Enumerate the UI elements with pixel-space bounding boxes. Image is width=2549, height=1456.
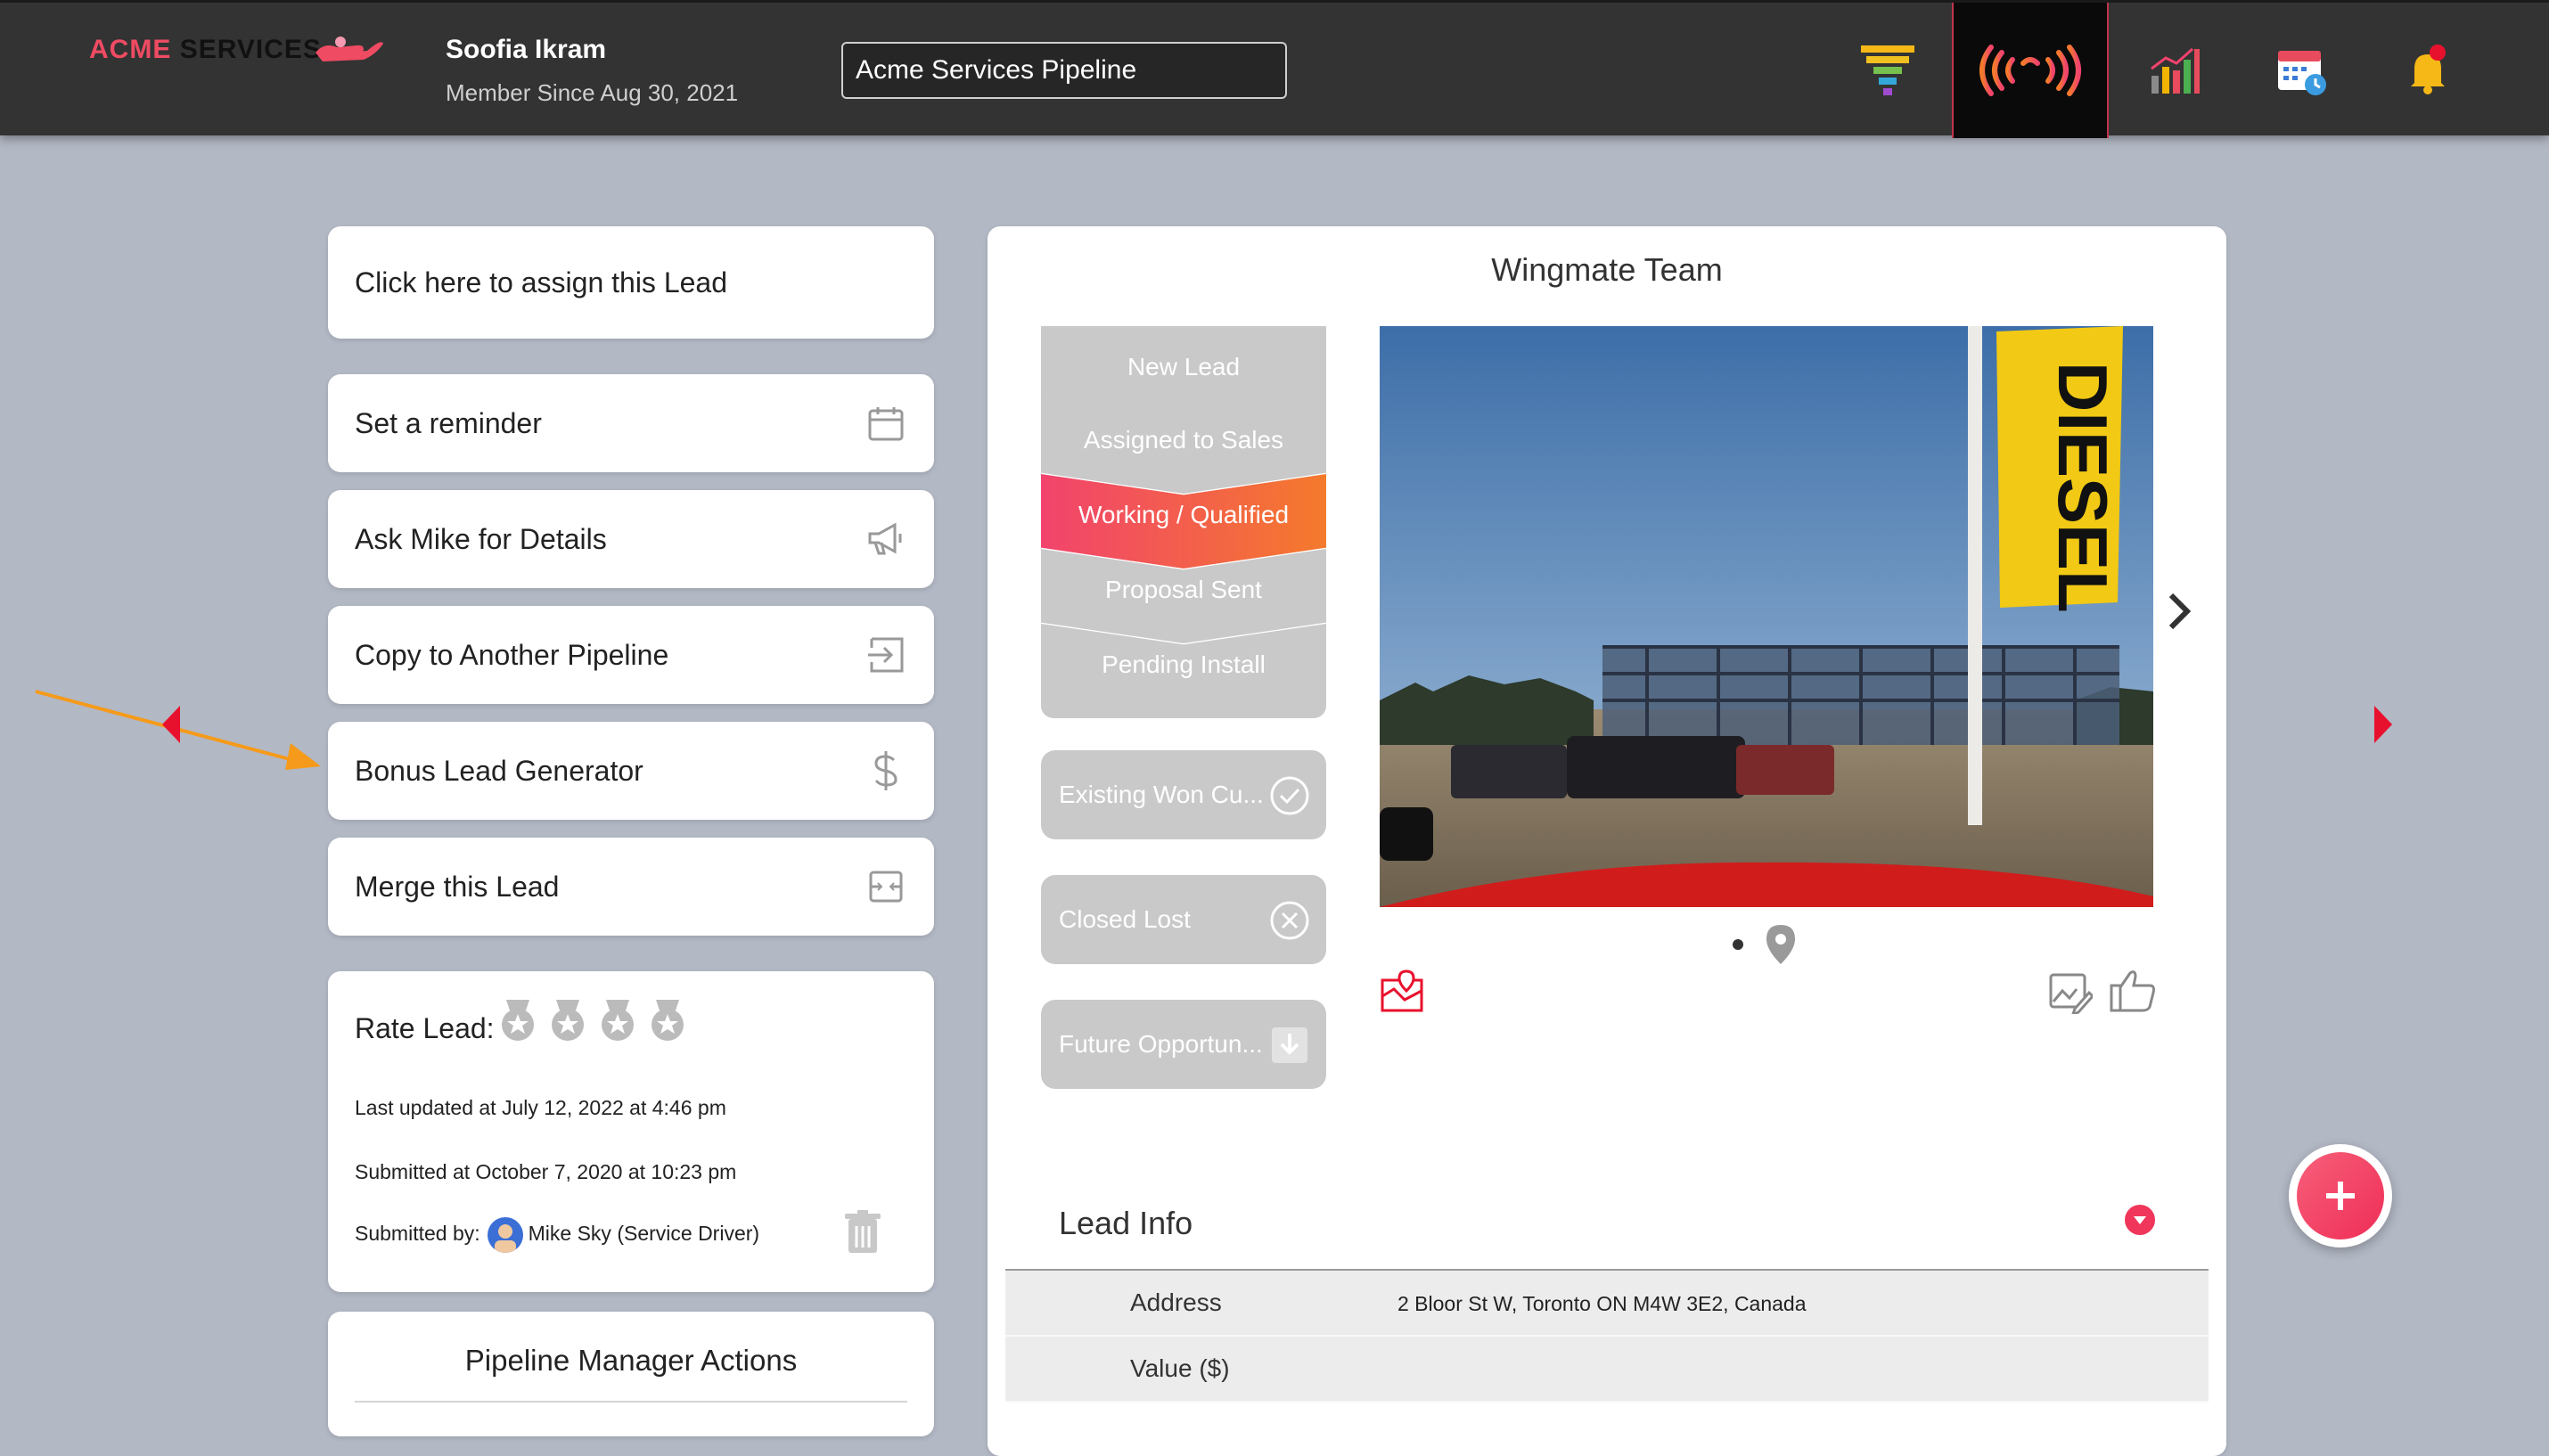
thumbs-up-icon[interactable]	[2109, 966, 2157, 1014]
closed-lost-button[interactable]: Closed Lost	[1041, 875, 1326, 964]
diesel-sign: DIESEL	[2044, 362, 2122, 613]
submitted-by: Submitted by: Mike Sky (Service Driver)	[355, 1217, 759, 1253]
merge-lead-label: Merge this Lead	[355, 870, 560, 903]
bar-chart-icon	[2151, 47, 2200, 94]
lead-info-toggle[interactable]	[2125, 1205, 2155, 1235]
last-updated: Last updated at July 12, 2022 at 4:46 pm	[355, 1096, 726, 1119]
merge-lead-button[interactable]: Merge this Lead	[328, 838, 934, 936]
calendar-small-icon	[866, 404, 906, 443]
submitted-at: Submitted at October 7, 2020 at 10:23 pm	[355, 1160, 737, 1183]
value-label: Value ($)	[1130, 1354, 1230, 1382]
chevron-right-icon[interactable]	[2168, 592, 2191, 631]
pipeline-selector[interactable]: Acme Services Pipeline	[841, 42, 1287, 99]
pipeline-manager-card: Pipeline Manager Actions	[328, 1312, 934, 1436]
broadcast-nav-button[interactable]	[1952, 3, 2109, 138]
member-since: Member Since Aug 30, 2021	[446, 79, 739, 106]
carousel-prev-icon[interactable]	[160, 704, 182, 745]
hand-logo-icon	[316, 37, 383, 61]
table-row: Value ($)	[1005, 1337, 2209, 1403]
broadcast-icon	[1979, 45, 2081, 96]
star-medal-icon[interactable]	[549, 998, 586, 1043]
add-button[interactable]	[2289, 1144, 2392, 1247]
dollar-icon	[866, 751, 906, 790]
archive-download-icon	[1272, 1027, 1307, 1063]
funnel-nav-button[interactable]	[1809, 3, 1966, 138]
user-name: Soofia Ikram	[446, 35, 607, 64]
copy-pipeline-button[interactable]: Copy to Another Pipeline	[328, 606, 934, 704]
table-row: Address 2 Bloor St W, Toronto ON M4W 3E2…	[1005, 1271, 2209, 1337]
app-logo[interactable]: ACME SERVICES	[89, 35, 322, 65]
merge-icon	[866, 867, 906, 906]
address-value[interactable]: 2 Bloor St W, Toronto ON M4W 3E2, Canada	[1397, 1292, 1807, 1316]
set-reminder-button[interactable]: Set a reminder	[328, 374, 934, 472]
lead-info-title: Lead Info	[1059, 1205, 1193, 1241]
ask-mike-button[interactable]: Ask Mike for Details	[328, 490, 934, 588]
divider	[355, 1401, 907, 1403]
team-title: Wingmate Team	[1491, 251, 1723, 288]
notifications-nav-button[interactable]	[2349, 3, 2506, 138]
funnel-icon	[1861, 45, 1914, 95]
rate-lead-label: Rate Lead:	[355, 1012, 495, 1044]
future-opportunity-button[interactable]: Future Opportun...	[1041, 1000, 1326, 1089]
ask-mike-label: Ask Mike for Details	[355, 522, 607, 555]
copy-pipeline-label: Copy to Another Pipeline	[355, 638, 669, 671]
trash-icon[interactable]	[843, 1210, 882, 1255]
bonus-lead-generator-button[interactable]: Bonus Lead Generator	[328, 722, 934, 820]
edit-image-icon[interactable]	[2048, 969, 2093, 1014]
check-circle-icon	[1270, 776, 1309, 815]
submitted-by-label: Submitted by:	[355, 1222, 480, 1246]
sign-in-icon	[866, 635, 906, 675]
rate-lead-card: Rate Lead: Last updated at July 12, 2022…	[328, 971, 934, 1292]
carousel-dot[interactable]	[1733, 939, 1743, 950]
chevron-down-icon	[2134, 1216, 2146, 1224]
plus-icon	[2326, 1182, 2355, 1210]
pipeline-manager-title: Pipeline Manager Actions	[464, 1344, 798, 1377]
submitted-by-name[interactable]: Mike Sky (Service Driver)	[529, 1222, 759, 1245]
avatar	[487, 1217, 523, 1253]
star-rating[interactable]	[499, 998, 686, 1043]
map-location-icon[interactable]	[1380, 969, 1424, 1014]
top-bar: ACME SERVICES Soofia Ikram Member Since …	[0, 0, 2549, 138]
address-label: Address	[1130, 1288, 1222, 1316]
bonus-lead-generator-label: Bonus Lead Generator	[355, 754, 643, 787]
close-circle-icon	[1270, 901, 1309, 940]
map-pin-icon[interactable]	[1765, 923, 1797, 966]
star-medal-icon[interactable]	[649, 998, 686, 1043]
lead-info-table: Address 2 Bloor St W, Toronto ON M4W 3E2…	[1005, 1269, 2209, 1403]
set-reminder-label: Set a reminder	[355, 406, 542, 439]
megaphone-icon	[866, 519, 906, 559]
existing-won-button[interactable]: Existing Won Cu...	[1041, 750, 1326, 839]
assign-lead-label: Click here to assign this Lead	[355, 266, 727, 299]
assign-lead-button[interactable]: Click here to assign this Lead	[328, 226, 934, 339]
lead-detail-card: Wingmate Team New Lead Assigned to Sales…	[988, 226, 2226, 1456]
calendar-icon	[2278, 51, 2326, 95]
star-medal-icon[interactable]	[599, 998, 636, 1043]
star-medal-icon[interactable]	[499, 998, 537, 1043]
lead-photo[interactable]: DIESEL	[1380, 326, 2153, 907]
bell-icon	[2411, 45, 2446, 94]
carousel-next-icon[interactable]	[2373, 704, 2394, 745]
